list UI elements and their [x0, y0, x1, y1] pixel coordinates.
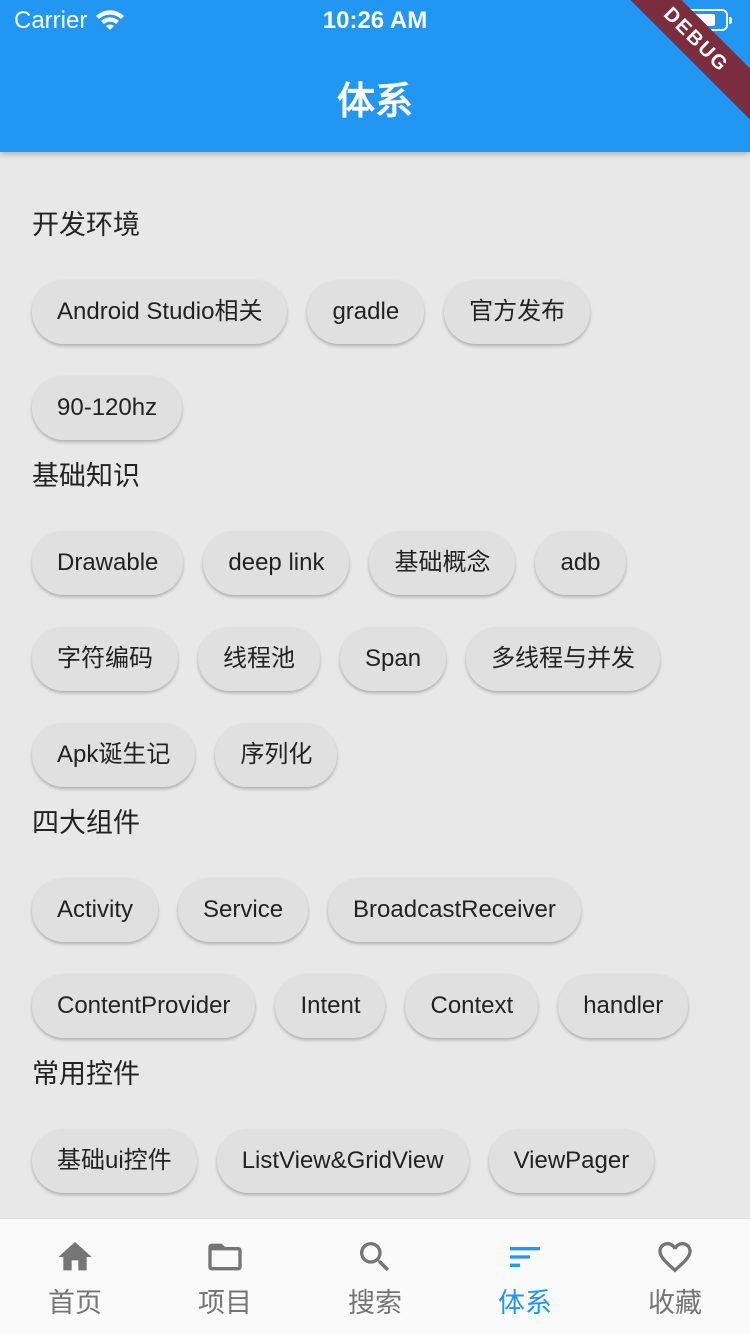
tag-chip[interactable]: Span [340, 627, 447, 691]
sort-icon [510, 1247, 540, 1267]
nav-item-system[interactable]: 体系 [450, 1219, 600, 1334]
system-list[interactable]: 开发环境 Android Studio相关 gradle 官方发布 90-120… [0, 152, 750, 1218]
status-time: 10:26 AM [322, 7, 428, 34]
tag-chip[interactable]: Drawable [32, 531, 184, 595]
page-title: 体系 [336, 81, 413, 123]
tag-chip[interactable]: 字符编码 [32, 627, 178, 691]
tag-chip[interactable]: deep link [203, 531, 350, 595]
tag-chip[interactable]: ListView&GridView [216, 1129, 469, 1193]
section-widgets: 常用控件 基础ui控件 ListView&GridView ViewPager [32, 1056, 718, 1193]
heart-icon [658, 1242, 692, 1273]
tag-chip[interactable]: 多线程与并发 [466, 627, 661, 691]
section-title: 四大组件 [32, 808, 140, 838]
tag-chip[interactable]: Service [178, 878, 309, 942]
tag-chip[interactable]: BroadcastReceiver [328, 878, 581, 942]
tag-chip[interactable]: Activity [32, 878, 159, 942]
tag-chip[interactable]: Intent [275, 974, 386, 1038]
nav-label: 项目 [198, 1288, 252, 1318]
nav-label: 搜索 [348, 1288, 402, 1318]
tag-chip[interactable]: Context [405, 974, 539, 1038]
tag-chip[interactable]: 基础ui控件 [32, 1129, 197, 1193]
tag-chip[interactable]: ContentProvider [32, 974, 256, 1038]
tag-chip[interactable]: Android Studio相关 [32, 280, 288, 344]
nav-item-projects[interactable]: 项目 [150, 1219, 300, 1334]
tag-chip[interactable]: handler [558, 974, 689, 1038]
tag-chip[interactable]: 序列化 [215, 723, 338, 787]
tag-chip[interactable]: 90-120hz [32, 376, 183, 440]
nav-item-favorites[interactable]: 收藏 [600, 1219, 750, 1334]
tag-chip[interactable]: 基础概念 [369, 531, 516, 595]
section-title: 开发环境 [32, 210, 140, 240]
chip-group: 基础ui控件 ListView&GridView ViewPager [32, 1129, 718, 1193]
app-bar: Carrier 10:26 AM 体系 DEBUG [0, 0, 750, 152]
chip-group: Activity Service BroadcastReceiver Conte… [32, 878, 718, 1038]
section-title: 基础知识 [32, 461, 140, 491]
tag-chip[interactable]: 线程池 [198, 627, 320, 691]
tag-chip[interactable]: gradle [307, 280, 425, 344]
tag-chip[interactable]: ViewPager [488, 1129, 655, 1193]
bottom-navigation: 首页 项目 搜索 体系 收藏 [0, 1218, 750, 1334]
folder-icon [208, 1243, 242, 1271]
tag-chip[interactable]: Apk诞生记 [32, 723, 196, 787]
nav-label: 收藏 [648, 1288, 702, 1318]
tag-chip[interactable]: adb [535, 531, 626, 595]
section-basics: 基础知识 Drawable deep link 基础概念 adb 字符编码 线程… [32, 458, 718, 787]
home-icon [58, 1242, 92, 1271]
nav-label: 首页 [48, 1288, 102, 1318]
nav-item-search[interactable]: 搜索 [300, 1219, 450, 1334]
nav-label: 体系 [498, 1288, 552, 1318]
search-icon [360, 1242, 390, 1272]
section-title: 常用控件 [32, 1059, 140, 1089]
chip-group: Drawable deep link 基础概念 adb 字符编码 线程池 Spa… [32, 531, 718, 787]
section-dev-env: 开发环境 Android Studio相关 gradle 官方发布 90-120… [32, 207, 718, 440]
chip-group: Android Studio相关 gradle 官方发布 90-120hz [32, 280, 718, 440]
tag-chip[interactable]: 官方发布 [444, 280, 591, 344]
section-components: 四大组件 Activity Service BroadcastReceiver … [32, 805, 718, 1038]
nav-item-home[interactable]: 首页 [0, 1219, 150, 1334]
